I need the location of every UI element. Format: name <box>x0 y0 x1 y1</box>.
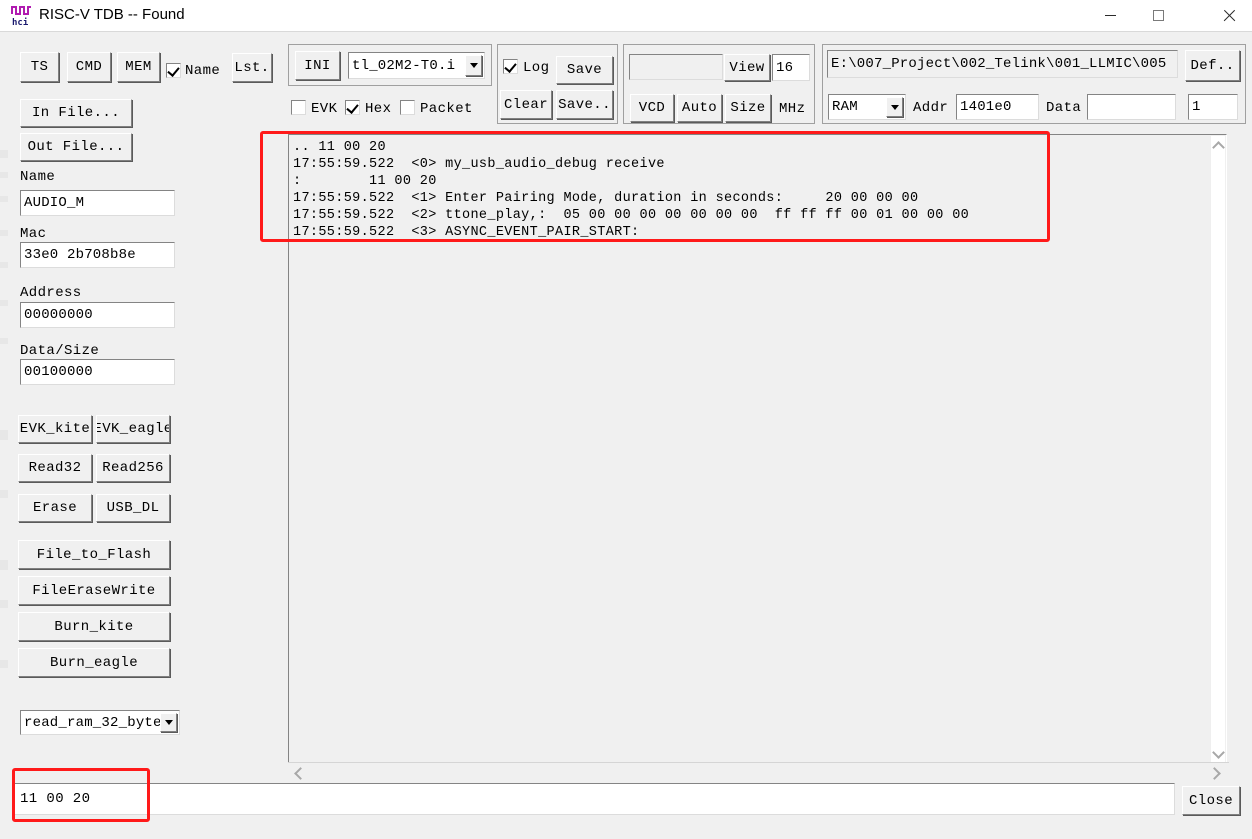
background-window-artifact <box>0 230 8 236</box>
view-button[interactable]: View <box>724 54 770 81</box>
maximize-button[interactable] <box>1135 0 1181 31</box>
background-window-artifact <box>0 430 8 440</box>
name-field-label: Name <box>20 169 56 185</box>
chevron-up-icon <box>1211 141 1225 154</box>
size-button[interactable]: Size <box>725 94 771 122</box>
address-field[interactable]: 00000000 <box>20 302 175 328</box>
background-window-artifact <box>0 660 8 668</box>
burn-eagle-button[interactable]: Burn_eagle <box>18 648 170 677</box>
hci-waveform-icon: hci <box>10 4 34 28</box>
chevron-left-icon <box>294 766 307 780</box>
evk-checkbox[interactable] <box>291 100 306 115</box>
erase-button[interactable]: Erase <box>18 494 92 522</box>
log-vertical-scrollbar[interactable] <box>1210 136 1225 764</box>
ini-file-combo-value: tl_02M2-T0.i <box>352 57 456 74</box>
close-icon <box>1222 9 1235 22</box>
chevron-down-icon[interactable] <box>465 55 482 76</box>
log-output-area[interactable]: .. 11 00 20 17:55:59.522 <0> my_usb_audi… <box>288 134 1227 764</box>
datasize-field[interactable]: 00100000 <box>20 359 175 385</box>
data-field[interactable] <box>1087 94 1176 120</box>
lst-button[interactable]: Lst. <box>232 53 272 82</box>
ts-button[interactable]: TS <box>20 52 59 82</box>
background-window-artifact <box>0 150 8 158</box>
chevron-down-icon <box>1211 746 1225 759</box>
log-checkbox-label: Log <box>523 60 550 76</box>
background-window-artifact <box>0 262 8 268</box>
log-horizontal-scrollbar[interactable] <box>288 762 1229 783</box>
hex-checkbox-label: Hex <box>365 101 392 117</box>
log-save-button[interactable]: Save <box>556 56 613 84</box>
background-window-artifact <box>0 600 8 608</box>
evk-eagle-button[interactable]: EVK_eagle <box>96 415 170 443</box>
log-output-text: .. 11 00 20 17:55:59.522 <0> my_usb_audi… <box>293 140 970 240</box>
project-path-field[interactable]: E:\007_Project\002_Telink\001_LLMIC\005 <box>827 50 1178 78</box>
chevron-down-icon[interactable] <box>160 713 177 732</box>
out-file-button[interactable]: Out File... <box>20 133 132 161</box>
close-button[interactable]: Close <box>1182 786 1240 815</box>
log-saveas-button[interactable]: Save.. <box>556 90 613 119</box>
vcd-button[interactable]: VCD <box>630 94 674 122</box>
background-window-artifact <box>0 490 8 498</box>
script-combo[interactable]: read_ram_32_byte <box>20 710 180 735</box>
address-field-label: Address <box>20 285 82 301</box>
name-checkbox[interactable] <box>166 63 181 78</box>
minimize-icon <box>1104 14 1116 16</box>
close-window-button[interactable] <box>1205 0 1251 31</box>
vcd-freq-field[interactable] <box>629 54 723 80</box>
scroll-right-button[interactable] <box>1207 763 1225 783</box>
background-window-artifact <box>0 300 8 306</box>
risc-v-tdb-window: hci RISC-V TDB -- Found TS CMD MEM Name … <box>0 0 1252 839</box>
addr-label: Addr <box>913 100 949 116</box>
name-checkbox-label: Name <box>185 63 221 79</box>
packet-checkbox-label: Packet <box>420 101 473 117</box>
scroll-down-button[interactable] <box>1211 746 1225 762</box>
ini-file-combo[interactable]: tl_02M2-T0.i <box>348 52 485 79</box>
background-window-artifact <box>0 338 8 344</box>
datasize-field-label: Data/Size <box>20 343 100 359</box>
log-clear-button[interactable]: Clear <box>500 90 552 119</box>
read32-button[interactable]: Read32 <box>18 454 92 482</box>
file-erase-write-button[interactable]: FileEraseWrite <box>18 576 170 605</box>
packet-checkbox[interactable] <box>400 100 415 115</box>
window-title: RISC-V TDB -- Found <box>39 6 185 23</box>
hex-checkbox[interactable] <box>345 100 360 115</box>
command-input[interactable]: 11 00 20 <box>14 783 1175 815</box>
data-label: Data <box>1046 100 1082 116</box>
name-field[interactable]: AUDIO_M <box>20 190 175 216</box>
log-checkbox[interactable] <box>503 59 518 74</box>
mac-field[interactable]: 33e0 2b708b8e <box>20 242 175 268</box>
def-button[interactable]: Def.. <box>1185 50 1240 81</box>
minimize-button[interactable] <box>1087 0 1133 31</box>
svg-text:hci: hci <box>12 17 29 27</box>
evk-kite-button[interactable]: EVK_kite <box>18 415 92 443</box>
burn-kite-button[interactable]: Burn_kite <box>18 612 170 641</box>
scroll-up-button[interactable] <box>1211 138 1225 154</box>
in-file-button[interactable]: In File... <box>20 99 132 127</box>
read256-button[interactable]: Read256 <box>96 454 170 482</box>
background-window-artifact <box>0 172 8 178</box>
mhz-label: MHz <box>779 101 806 117</box>
addr-field[interactable]: 1401e0 <box>956 94 1039 120</box>
mac-field-label: Mac <box>20 226 47 242</box>
mem-button[interactable]: MEM <box>117 52 160 82</box>
chevron-down-icon[interactable] <box>886 97 903 117</box>
vcd-size-field[interactable]: 16 <box>772 54 810 81</box>
mem-type-combo[interactable]: RAM <box>828 94 906 120</box>
usb-dl-button[interactable]: USB_DL <box>96 494 170 522</box>
chevron-right-icon <box>1208 766 1221 780</box>
file-to-flash-button[interactable]: File_to_Flash <box>18 540 170 569</box>
background-window-artifact <box>0 560 8 570</box>
evk-checkbox-label: EVK <box>311 101 338 117</box>
cmd-button[interactable]: CMD <box>67 52 111 82</box>
background-window-artifact <box>0 196 8 202</box>
script-combo-value: read_ram_32_byte <box>24 714 160 731</box>
count-field[interactable]: 1 <box>1188 94 1238 120</box>
ini-button[interactable]: INI <box>295 51 340 80</box>
maximize-icon <box>1152 10 1164 21</box>
scroll-left-button[interactable] <box>290 763 308 783</box>
title-bar: hci RISC-V TDB -- Found <box>0 0 1252 32</box>
mem-type-combo-value: RAM <box>832 99 858 115</box>
auto-button[interactable]: Auto <box>677 94 722 122</box>
